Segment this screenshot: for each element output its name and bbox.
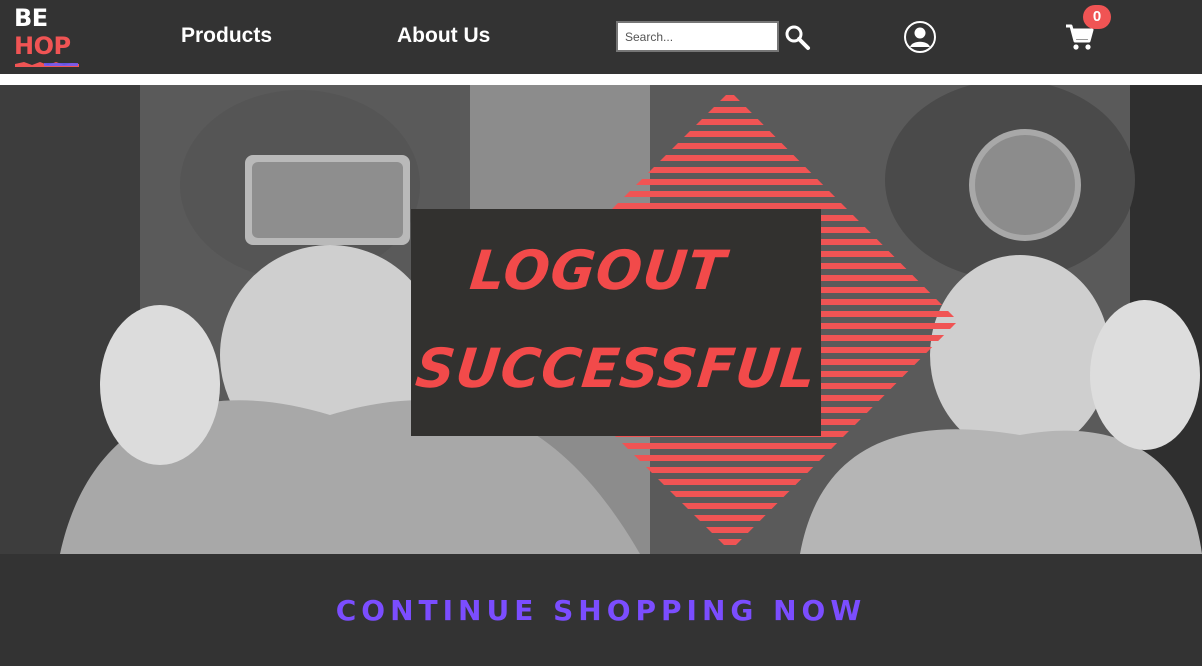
diamond-stripe: [606, 539, 958, 545]
diamond-stripe: [606, 527, 958, 533]
logout-message-line1: LOGOUT: [467, 239, 730, 302]
diamond-stripe: [606, 131, 958, 137]
diamond-stripe: [606, 503, 958, 509]
diamond-stripe: [606, 443, 958, 449]
diamond-stripe: [606, 155, 958, 161]
diamond-stripe: [606, 191, 958, 197]
hero-banner: LOGOUT SUCCESSFUL: [0, 85, 1202, 554]
nav-about-link[interactable]: About Us: [397, 24, 490, 48]
brand-logo-line2: HOP: [14, 32, 71, 60]
logout-message-box: LOGOUT SUCCESSFUL: [411, 209, 821, 436]
diamond-stripe: [606, 119, 958, 125]
diamond-stripe: [606, 95, 958, 101]
diamond-stripe: [606, 455, 958, 461]
diamond-stripe: [606, 107, 958, 113]
logout-message-line2: SUCCESSFUL: [412, 337, 820, 400]
brand-brush-stroke: [15, 62, 79, 67]
search-icon[interactable]: [783, 23, 811, 51]
navbar: BE HOP Products About Us 0: [0, 0, 1202, 74]
diamond-stripe: [606, 467, 958, 473]
diamond-stripe: [606, 479, 958, 485]
search-input[interactable]: [616, 21, 779, 52]
cta-bar: CONTINUE SHOPPING NOW: [0, 554, 1202, 666]
diamond-stripe: [606, 143, 958, 149]
continue-shopping-link[interactable]: CONTINUE SHOPPING NOW: [0, 594, 1202, 627]
brand-logo-line1: BE: [14, 4, 48, 32]
cart-count-badge: 0: [1083, 5, 1111, 29]
diamond-stripe: [606, 515, 958, 521]
brand-logo[interactable]: BE HOP: [14, 4, 84, 70]
header-divider: [0, 74, 1202, 85]
nav-products-link[interactable]: Products: [181, 24, 272, 48]
diamond-stripe: [606, 491, 958, 497]
diamond-stripe: [606, 179, 958, 185]
diamond-stripe: [606, 167, 958, 173]
account-icon[interactable]: [903, 20, 937, 54]
